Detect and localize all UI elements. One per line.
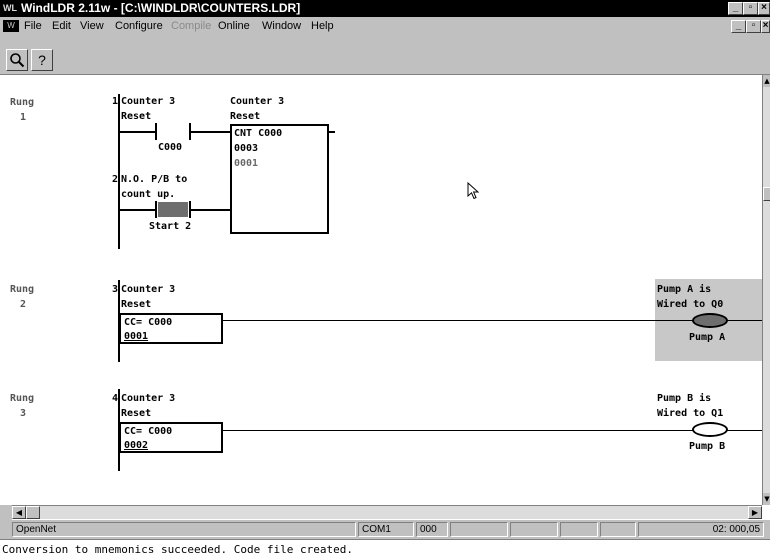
window-title: WindLDR 2.11w - [C:\WINDLDR\COUNTERS.LDR… xyxy=(21,1,301,15)
counter-comment-2: Reset xyxy=(230,111,261,122)
status-empty-2 xyxy=(510,522,558,537)
status-port: COM1 xyxy=(358,522,414,537)
compare-2-comment-2: Reset xyxy=(121,408,152,419)
scroll-down-arrow-icon[interactable]: ▼ xyxy=(763,493,770,505)
rung-1-label: Rung xyxy=(10,97,35,108)
scroll-up-arrow-icon[interactable]: ▲ xyxy=(763,75,770,87)
restore-icon[interactable]: ▫ xyxy=(743,2,758,15)
wire xyxy=(223,430,762,431)
compare-2-value: 0002 xyxy=(124,440,149,451)
pump-a-coil-on-icon[interactable] xyxy=(692,313,728,328)
wire xyxy=(120,209,156,211)
child-minimize-icon[interactable]: _ xyxy=(731,20,746,33)
horizontal-scroll-thumb[interactable] xyxy=(26,506,40,519)
compare-1-instruction: CC= C000 xyxy=(124,317,173,328)
ldr-document-icon[interactable]: W xyxy=(3,20,19,32)
child-close-icon[interactable]: × xyxy=(761,20,770,33)
title-bar: WL WindLDR 2.11w - [C:\WINDLDR\COUNTERS.… xyxy=(0,0,770,17)
contact-c000-comment-2: Reset xyxy=(121,111,152,122)
counter-preset-value: 0003 xyxy=(234,143,259,154)
contact-start2-left-bar xyxy=(155,201,157,218)
rung-1-line-2-number: 2 xyxy=(112,174,119,185)
compare-2-comment-1: Counter 3 xyxy=(121,393,176,404)
compare-1-comment-1: Counter 3 xyxy=(121,284,176,295)
pump-a-label: Pump A xyxy=(689,332,726,343)
rung-3-line-number: 4 xyxy=(112,393,119,404)
menu-online[interactable]: Online xyxy=(218,17,250,35)
contact-c000-comment-1: Counter 3 xyxy=(121,96,176,107)
rung-1-number: 1 xyxy=(20,112,27,123)
minimize-icon[interactable]: _ xyxy=(728,2,743,15)
menu-edit[interactable]: Edit xyxy=(52,17,71,35)
counter-instruction: CNT C000 xyxy=(234,128,283,139)
compare-1-value: 0001 xyxy=(124,331,149,342)
status-bar: OpenNet COM1 000 02: 000,05 xyxy=(0,520,770,539)
vertical-scroll-thumb[interactable] xyxy=(763,187,770,201)
contact-c000-left-bar xyxy=(155,123,157,140)
rung-1-line-1-number: 1 xyxy=(112,96,119,107)
horizontal-scrollbar[interactable]: ◀ ▶ xyxy=(12,505,762,519)
vertical-scrollbar[interactable]: ▲ ▼ xyxy=(762,75,770,505)
status-mode: OpenNet xyxy=(12,522,356,537)
contact-start2-label: Start 2 xyxy=(149,221,192,232)
wire xyxy=(191,131,230,133)
wire xyxy=(120,131,156,133)
rung-2-line-number: 3 xyxy=(112,284,119,295)
child-restore-icon[interactable]: ▫ xyxy=(746,20,761,33)
status-station: 000 xyxy=(416,522,448,537)
counter-comment-1: Counter 3 xyxy=(230,96,285,107)
pump-a-comment-2: Wired to Q0 xyxy=(657,299,724,310)
rung-3-number: 3 xyxy=(20,408,27,419)
windldr-app-icon: WL xyxy=(3,3,17,13)
pump-b-comment-2: Wired to Q1 xyxy=(657,408,724,419)
compare-1-comment-2: Reset xyxy=(121,299,152,310)
menu-bar: W File Edit View Configure Compile Onlin… xyxy=(0,17,770,35)
wire xyxy=(191,209,230,211)
rung-1-power-rail xyxy=(118,94,120,249)
mouse-pointer-icon xyxy=(467,182,480,200)
scroll-left-arrow-icon[interactable]: ◀ xyxy=(12,506,26,519)
message-bar: Conversion to mnemonics succeeded. Code … xyxy=(0,539,770,559)
menu-help[interactable]: Help xyxy=(311,17,334,35)
rung-3-label: Rung xyxy=(10,393,35,404)
rung-2-label: Rung xyxy=(10,284,35,295)
toolbar: ? xyxy=(0,35,770,75)
menu-window[interactable]: Window xyxy=(262,17,301,35)
start2-comment-2: count up. xyxy=(121,189,176,200)
counter-cnt-c000-box[interactable] xyxy=(230,124,329,234)
magnifier-icon[interactable] xyxy=(6,49,28,71)
compare-2-instruction: CC= C000 xyxy=(124,426,173,437)
status-position: 02: 000,05 xyxy=(638,522,764,537)
scroll-right-arrow-icon[interactable]: ▶ xyxy=(748,506,762,519)
ladder-diagram: Rung 1 1 Counter 3 Reset C000 Counter 3 … xyxy=(0,75,762,505)
menu-compile[interactable]: Compile xyxy=(171,17,211,35)
rung-2-number: 2 xyxy=(20,299,27,310)
status-empty-3 xyxy=(560,522,598,537)
pump-b-coil-off-icon[interactable] xyxy=(692,422,728,437)
menu-view[interactable]: View xyxy=(80,17,104,35)
contact-c000-label: C000 xyxy=(158,142,183,153)
pump-a-comment-1: Pump A is xyxy=(657,284,712,295)
status-empty-1 xyxy=(450,522,508,537)
start2-comment-1: N.O. P/B to xyxy=(121,174,188,185)
status-empty-4 xyxy=(600,522,636,537)
contact-start2-active-fill xyxy=(158,202,188,217)
menu-file[interactable]: File xyxy=(24,17,42,35)
pump-b-label: Pump B xyxy=(689,441,726,452)
pump-b-comment-1: Pump B is xyxy=(657,393,712,404)
help-question-button[interactable]: ? xyxy=(31,49,53,71)
wire xyxy=(223,320,655,321)
counter-current-value: 0001 xyxy=(234,158,259,169)
menu-configure[interactable]: Configure xyxy=(115,17,163,35)
wire xyxy=(329,131,335,133)
scrollbar-corner xyxy=(0,505,12,520)
close-icon[interactable]: × xyxy=(758,2,770,15)
